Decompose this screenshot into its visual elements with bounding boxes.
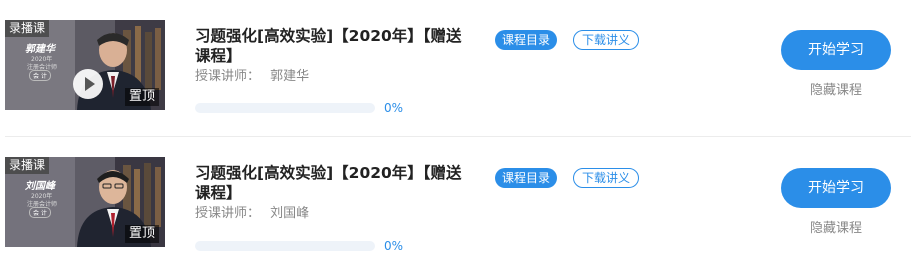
teacher-info: 授课讲师： 郭建华 <box>195 69 309 85</box>
pin-top-label[interactable]: 置顶 <box>124 88 159 106</box>
play-icon[interactable] <box>73 69 103 99</box>
progress-bar <box>195 103 375 113</box>
course-title-line: 课程】 <box>195 184 242 202</box>
pin-top-label[interactable]: 置顶 <box>124 225 159 243</box>
progress-bar <box>195 241 375 251</box>
thumbnail-subject: 会 计 <box>29 207 51 218</box>
course-thumbnail[interactable]: 录播课 郭建华 2020年 注册会计师 会 计 置顶 <box>5 20 165 110</box>
course-title-line: 课程】 <box>195 47 242 65</box>
teacher-label: 授课讲师： <box>195 206 261 221</box>
download-handout-button[interactable]: 下载讲义 <box>573 30 639 50</box>
teacher-info: 授课讲师： 刘国峰 <box>195 206 309 222</box>
course-item: 录播课 郭建华 2020年 注册会计师 会 计 置顶 习题强化[高效实验]【20… <box>0 0 911 136</box>
course-item: 录播课 刘国峰 2020年 注册会计师 会 计 置顶 习题强化[高效实验]【20… <box>0 137 911 273</box>
progress-percent: 0% <box>384 101 404 115</box>
recorded-course-tag: 录播课 <box>5 157 50 174</box>
progress-percent: 0% <box>384 239 404 253</box>
course-thumbnail[interactable]: 录播课 刘国峰 2020年 注册会计师 会 计 置顶 <box>5 157 165 247</box>
teacher-name: 郭建华 <box>270 69 310 84</box>
teacher-label: 授课讲师： <box>195 69 261 84</box>
start-learning-button[interactable]: 开始学习 <box>781 30 891 70</box>
thumbnail-teacher-name: 郭建华 <box>25 44 55 55</box>
hide-course-button[interactable]: 隐藏课程 <box>781 83 891 99</box>
course-catalog-button[interactable]: 课程目录 <box>495 168 557 188</box>
thumbnail-subject: 会 计 <box>29 70 51 81</box>
course-title-line: 习题强化[高效实验]【2020年】【赠送 <box>195 27 462 45</box>
hide-course-button[interactable]: 隐藏课程 <box>781 221 891 237</box>
download-handout-button[interactable]: 下载讲义 <box>573 168 639 188</box>
teacher-name: 刘国峰 <box>270 206 310 221</box>
course-catalog-button[interactable]: 课程目录 <box>495 30 557 50</box>
thumbnail-teacher-name: 刘国峰 <box>25 181 55 192</box>
start-learning-button[interactable]: 开始学习 <box>781 168 891 208</box>
course-title[interactable]: 习题强化[高效实验]【2020年】【赠送 课程】 <box>195 26 485 66</box>
recorded-course-tag: 录播课 <box>5 20 50 37</box>
course-title-line: 习题强化[高效实验]【2020年】【赠送 <box>195 164 462 182</box>
course-title[interactable]: 习题强化[高效实验]【2020年】【赠送 课程】 <box>195 163 485 203</box>
